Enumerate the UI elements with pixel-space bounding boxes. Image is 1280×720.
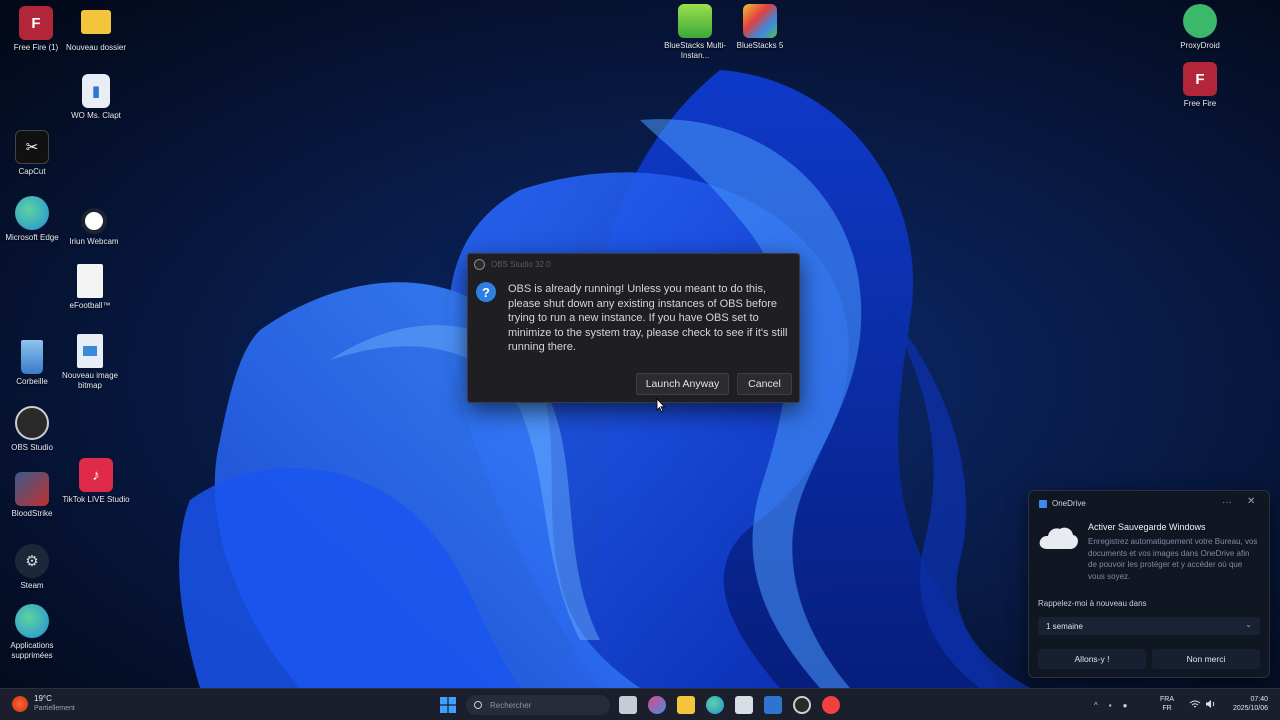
chevron-down-icon: ⌄ xyxy=(1245,620,1252,629)
steam-icon: ⚙ xyxy=(15,544,49,578)
clock-time: 07:40 xyxy=(1250,696,1268,703)
free-fire-icon: F xyxy=(1183,62,1217,96)
notification-body: Enregistrez automatiquement votre Bureau… xyxy=(1088,537,1258,581)
dialog-title: OBS Studio 32.0 xyxy=(491,259,551,269)
task-view-icon[interactable] xyxy=(619,696,637,714)
taskbar: 19°C Partiellement Rechercher ^ ▪ ● FRA … xyxy=(0,688,1280,720)
system-tray: ^ ▪ ● xyxy=(1094,695,1138,715)
weather-icon xyxy=(12,695,28,712)
notification-app-name: OneDrive xyxy=(1052,499,1086,508)
desktop-icon-proxydroid[interactable]: ProxyDroid xyxy=(1164,4,1236,51)
cancel-button[interactable]: Cancel xyxy=(737,373,792,395)
language-code: FRA xyxy=(1160,696,1174,703)
obs-already-running-dialog: OBS Studio 32.0 ? OBS is already running… xyxy=(467,253,800,403)
notification-header: OneDrive xyxy=(1039,499,1086,508)
mouse-cursor-icon xyxy=(656,398,666,412)
obs-icon xyxy=(474,258,485,270)
tray-overflow-chevron-icon[interactable]: ^ xyxy=(1094,701,1098,710)
obs-icon xyxy=(15,406,49,440)
chrome-icon[interactable] xyxy=(822,696,840,714)
store-icon[interactable] xyxy=(735,696,753,714)
onedrive-app-icon xyxy=(1039,499,1047,508)
document-app-icon[interactable] xyxy=(764,696,782,714)
question-icon: ? xyxy=(476,282,496,302)
desktop-icon-free-fire[interactable]: F Free Fire xyxy=(1164,62,1236,109)
wifi-icon[interactable] xyxy=(1189,699,1201,709)
desktop-icon-bloodstrike[interactable]: BloodStrike xyxy=(0,472,68,519)
remind-interval-select[interactable]: 1 semaine ⌄ xyxy=(1038,617,1260,635)
cloud-icon xyxy=(1039,527,1078,549)
search-placeholder: Rechercher xyxy=(490,700,532,710)
capcut-icon: ✂ xyxy=(15,130,49,164)
weather-temperature: 19°C xyxy=(34,694,52,703)
edge-icon[interactable] xyxy=(706,696,724,714)
desktop-icon-capcut[interactable]: ✂ CapCut xyxy=(0,130,68,177)
launch-anyway-button[interactable]: Launch Anyway xyxy=(636,373,729,395)
decline-button[interactable]: Non merci xyxy=(1152,649,1260,669)
desktop-icon-bluestacks-5[interactable]: BlueStacks 5 xyxy=(724,4,796,51)
windows-logo-icon xyxy=(440,697,456,713)
edge-icon xyxy=(15,604,49,638)
keyboard-layout: FR xyxy=(1162,705,1172,712)
close-icon[interactable]: ✕ xyxy=(1247,496,1255,507)
weather-condition: Partiellement xyxy=(34,705,75,712)
desktop-icon-bluestacks-multi[interactable]: BlueStacks Multi-Instan... xyxy=(659,4,731,61)
taskbar-clock[interactable]: 07:40 2025/10/06 xyxy=(1224,695,1268,713)
document-icon: ▮ xyxy=(82,74,110,108)
copilot-icon[interactable] xyxy=(648,696,666,714)
taskbar-search-box[interactable]: Rechercher xyxy=(466,695,610,715)
file-explorer-icon[interactable] xyxy=(677,696,695,714)
bluestacks-multi-icon xyxy=(678,4,712,38)
input-language-indicator[interactable]: FRA FR xyxy=(1160,695,1174,713)
desktop-icon-obs-studio[interactable]: OBS Studio xyxy=(0,406,68,453)
volume-icon[interactable] xyxy=(1205,699,1217,709)
dialog-message: OBS is already running! Unless you meant… xyxy=(508,283,788,354)
desktop-icon-wo-document[interactable]: ▮ WO Ms. Clapt xyxy=(60,74,132,121)
file-icon xyxy=(77,264,103,298)
obs-icon[interactable] xyxy=(793,696,811,714)
search-icon xyxy=(474,701,482,709)
folder-icon xyxy=(81,10,111,34)
edge-icon xyxy=(15,196,49,230)
recycle-bin-icon xyxy=(21,340,43,374)
bloodstrike-icon xyxy=(15,472,49,506)
tiktok-live-icon: ♪ xyxy=(79,458,113,492)
desktop-icon-iriun-webcam[interactable]: Iriun Webcam xyxy=(58,208,130,247)
accept-button[interactable]: Allons-y ! xyxy=(1038,649,1146,669)
tray-app-icon[interactable]: ▪ xyxy=(1109,701,1112,710)
start-button[interactable] xyxy=(439,696,457,714)
bluestacks-icon xyxy=(743,4,777,38)
desktop-icon-steam[interactable]: ⚙ Steam xyxy=(0,544,68,591)
desktop-icon-efootball[interactable]: eFootball™ xyxy=(54,264,126,311)
dialog-titlebar[interactable]: OBS Studio 32.0 xyxy=(468,254,799,274)
microphone-icon[interactable]: ● xyxy=(1123,701,1128,710)
desktop-icon-nouveau-dossier[interactable]: Nouveau dossier xyxy=(60,6,132,53)
proxydroid-icon xyxy=(1183,4,1217,38)
more-options-icon[interactable]: ··· xyxy=(1222,497,1232,508)
clock-date: 2025/10/06 xyxy=(1232,705,1268,712)
desktop-icon-tiktok-live-studio[interactable]: ♪ TikTok LIVE Studio xyxy=(60,458,132,505)
remind-interval-value: 1 semaine xyxy=(1046,621,1083,631)
desktop-icon-nouveau-image-bitmap[interactable]: Nouveau image bitmap xyxy=(54,334,126,391)
remind-label: Rappelez-moi à nouveau dans xyxy=(1038,599,1147,608)
onedrive-notification: OneDrive ··· ✕ Activer Sauvegarde Window… xyxy=(1028,490,1270,678)
webcam-icon xyxy=(81,208,107,234)
bitmap-icon xyxy=(77,334,103,368)
free-fire-icon: F xyxy=(19,6,53,40)
desktop-icon-applications-supprimees[interactable]: Applications supprimées xyxy=(0,604,68,661)
notification-title: Activer Sauvegarde Windows xyxy=(1088,522,1206,532)
weather-widget[interactable]: 19°C Partiellement xyxy=(12,694,75,713)
